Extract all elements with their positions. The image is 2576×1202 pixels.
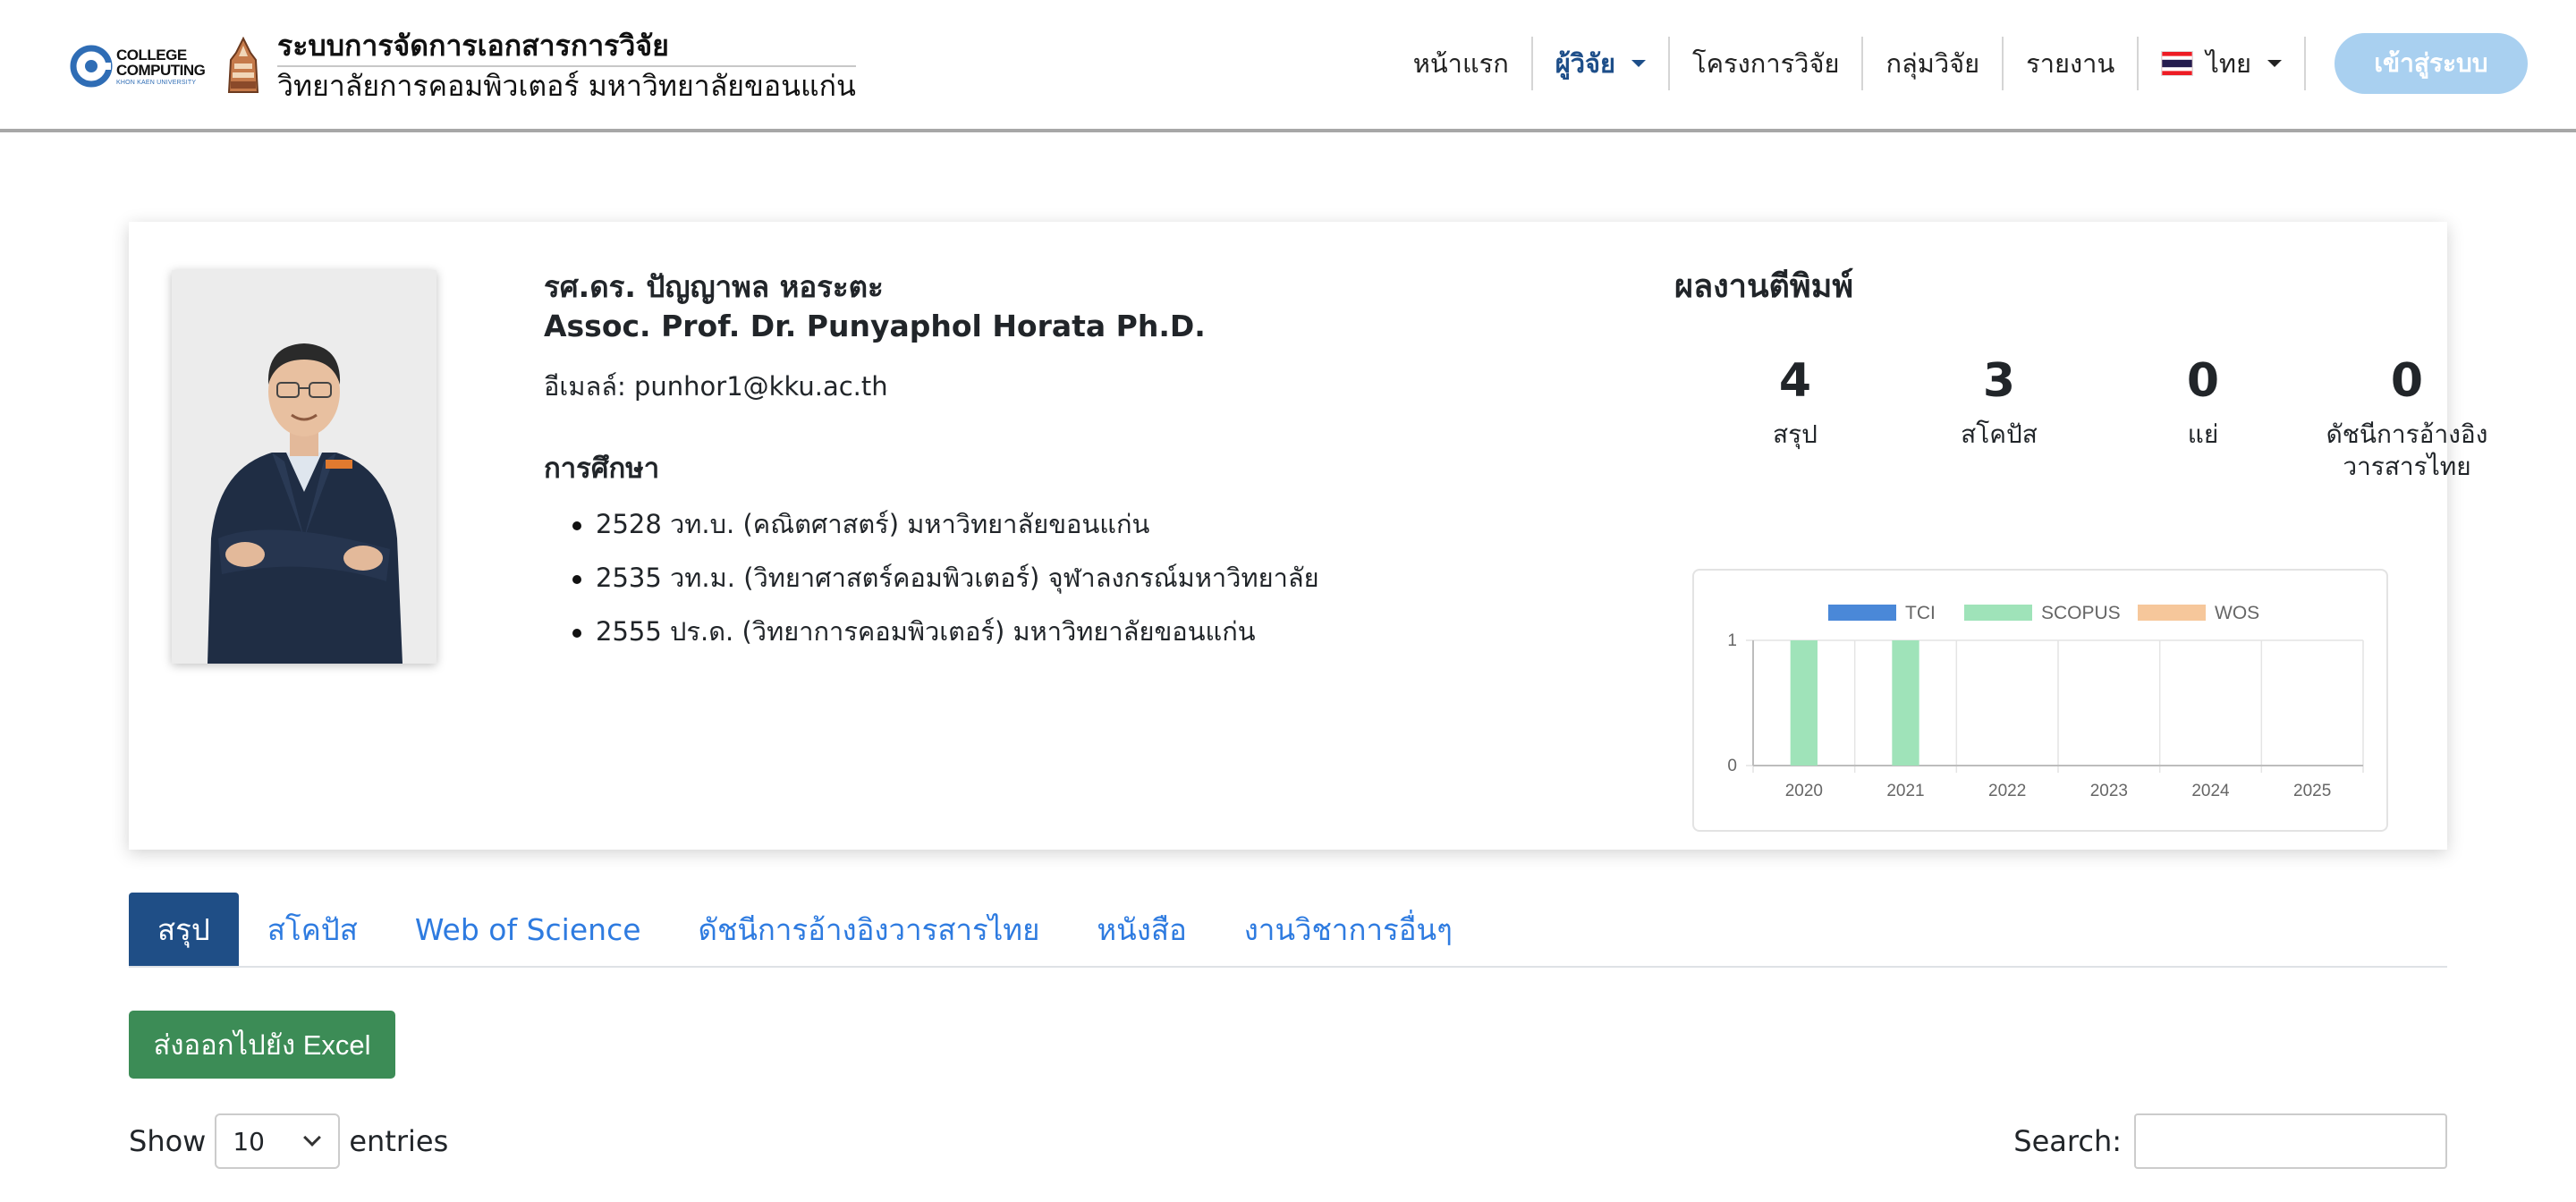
site-subtitle: วิทยาลัยการคอมพิวเตอร์ มหาวิทยาลัยขอนแก่… [277, 69, 856, 103]
tab-summary[interactable]: สรุป [129, 893, 239, 966]
thai-flag-icon [2161, 51, 2194, 76]
y-tick-label: 0 [1727, 757, 1737, 775]
logo-text-university: KHON KAEN UNIVERSITY [116, 79, 197, 86]
publications-chart: 0 1 2020 2021 2022 2023 2024 2025 TCI SCOPUS WOS [1692, 569, 2388, 832]
bar-scopus [1790, 640, 1818, 766]
kku-emblem-icon [227, 37, 259, 93]
x-tick-label: 2020 [1785, 782, 1823, 800]
email-label: อีเมลล์: [544, 371, 626, 402]
x-tick-label: 2021 [1886, 782, 1924, 800]
logo-text-college: COLLEGE [116, 46, 187, 63]
entries-label: entries [349, 1124, 449, 1158]
x-tick-label: 2025 [2293, 782, 2331, 800]
stat-scopus: 3 สโคปัส [1897, 352, 2101, 483]
bar-scopus [1892, 640, 1919, 766]
researcher-name-th: รศ.ดร. ปัญญาพล หอระตะ [544, 269, 884, 304]
x-tick-label: 2024 [2191, 782, 2230, 800]
researcher-info: รศ.ดร. ปัญญาพล หอระตะ Assoc. Prof. Dr. P… [544, 267, 1707, 658]
nav-researchers-label: ผู้วิจัย [1555, 48, 1616, 79]
caret-down-icon [1631, 60, 1647, 67]
table-search: Search: [2013, 1113, 2447, 1170]
education-item: 2528 วท.บ. (คณิตศาสตร์) มหาวิทยาลัยขอนแก… [544, 497, 1707, 551]
search-label: Search: [2013, 1124, 2122, 1158]
login-button[interactable]: เข้าสู่ระบบ [2334, 33, 2528, 94]
nav-home[interactable]: หน้าแรก [1391, 37, 1533, 90]
tab-tci[interactable]: ดัชนีการอ้างอิงวารสารไทย [670, 893, 1069, 966]
language-dropdown[interactable]: ไทย [2139, 37, 2306, 90]
stat-tci: 0 ดัชนีการอ้างอิงวารสารไทย [2305, 352, 2509, 483]
researcher-email: อีเมลล์: punhor1@kku.ac.th [544, 367, 1707, 406]
search-input[interactable] [2134, 1113, 2447, 1169]
caret-down-icon [2267, 60, 2282, 67]
top-navbar: COLLEGE COMPUTING KHON KAEN UNIVERSITY ร… [0, 0, 2576, 132]
nav-projects[interactable]: โครงการวิจัย [1670, 37, 1864, 90]
publication-summary: ผลงานตีพิมพ์ [1674, 267, 2426, 308]
legend-label: SCOPUS [2041, 603, 2121, 623]
stat-label: แย่ [2187, 419, 2219, 449]
tab-books[interactable]: หนังสือ [1068, 893, 1215, 966]
y-tick-label: 1 [1727, 631, 1737, 650]
stat-value: 0 [2390, 354, 2424, 408]
stat-label: สรุป [1773, 419, 1818, 449]
publications-title: ผลงานตีพิมพ์ [1674, 268, 1854, 305]
stat-value: 0 [2186, 354, 2220, 408]
nav-research-groups[interactable]: กลุ่มวิจัย [1863, 37, 2004, 90]
brand[interactable]: COLLEGE COMPUTING KHON KAEN UNIVERSITY ร… [70, 29, 856, 103]
nav-researchers[interactable]: ผู้วิจัย [1533, 37, 1671, 90]
researcher-photo [172, 270, 436, 664]
logo-text-computing: COMPUTING [116, 61, 206, 79]
page-size-select[interactable]: 10 [215, 1113, 341, 1169]
show-label: Show [129, 1124, 207, 1158]
stat-total: 4 สรุป [1693, 352, 1897, 483]
stat-label: สโคปัส [1961, 419, 2038, 449]
tab-scopus[interactable]: สโคปัส [239, 893, 386, 966]
legend-label: WOS [2215, 603, 2259, 623]
email-value: punhor1@kku.ac.th [633, 371, 888, 402]
researcher-portrait-image [172, 270, 436, 664]
researcher-profile-card: รศ.ดร. ปัญญาพล หอระตะ Assoc. Prof. Dr. P… [129, 222, 2487, 850]
main-nav: หน้าแรก ผู้วิจัย โครงการวิจัย กลุ่มวิจัย… [1391, 32, 2528, 95]
x-tick-label: 2022 [1988, 782, 2026, 800]
tab-web-of-science[interactable]: Web of Science [386, 893, 670, 966]
legend-swatch [1828, 605, 1896, 621]
publication-tabs: สรุป สโคปัส Web of Science ดัชนีการอ้างอ… [129, 893, 2447, 968]
researcher-name-en: Assoc. Prof. Dr. Punyaphol Horata Ph.D. [544, 309, 1206, 343]
stat-label: ดัชนีการอ้างอิงวารสารไทย [2326, 419, 2488, 481]
legend-label: TCI [1905, 603, 1936, 623]
education-item: 2535 วท.ม. (วิทยาศาสตร์คอมพิวเตอร์) จุฬา… [544, 551, 1707, 605]
publications-bar-chart: 0 1 2020 2021 2022 2023 2024 2025 TCI SCOPUS WOS [1727, 603, 2364, 800]
college-of-computing-logo: COLLEGE COMPUTING KHON KAEN UNIVERSITY [70, 39, 213, 93]
site-title: ระบบการจัดการเอกสารการวิจัย [277, 28, 856, 67]
legend-swatch [2138, 605, 2206, 621]
page-size-value: 10 [233, 1126, 265, 1156]
legend-swatch [1964, 605, 2032, 621]
nav-reports[interactable]: รายงาน [2004, 37, 2140, 90]
language-label: ไทย [2206, 48, 2251, 79]
stat-value: 3 [1982, 354, 2016, 408]
publication-stats: 4 สรุป 3 สโคปัส 0 แย่ 0 ดัชนีการอ้างอิงว… [1693, 352, 2509, 483]
tab-other-academic-works[interactable]: งานวิชาการอื่นๆ [1216, 893, 1481, 966]
stat-value: 4 [1778, 354, 1812, 408]
education-heading: การศึกษา [544, 453, 660, 485]
college-logo-icon [70, 45, 113, 88]
x-tick-label: 2023 [2090, 782, 2128, 800]
page-size-control: Show 10 entries [129, 1113, 448, 1170]
stat-wos: 0 แย่ [2101, 352, 2305, 483]
chevron-down-icon [303, 1129, 322, 1147]
education-list: 2528 วท.บ. (คณิตศาสตร์) มหาวิทยาลัยขอนแก… [544, 497, 1707, 658]
education-item: 2555 ปร.ด. (วิทยาการคอมพิวเตอร์) มหาวิทย… [544, 605, 1707, 658]
export-excel-button[interactable]: ส่งออกไปยัง Excel [129, 1011, 395, 1079]
